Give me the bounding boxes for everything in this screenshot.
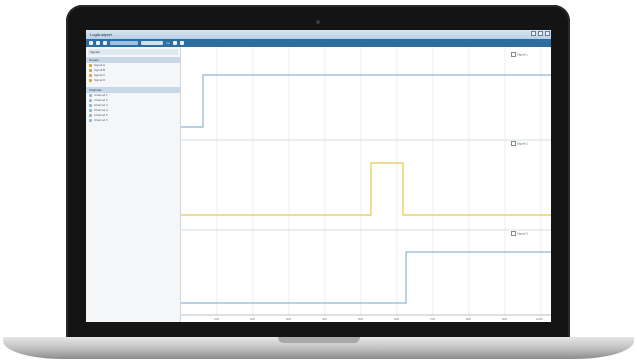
sidebar-item-label: Signal B — [94, 68, 106, 72]
signal-icon — [89, 64, 92, 67]
channel-icon — [89, 119, 92, 122]
sidebar-item-label: Channel 2 — [94, 98, 108, 102]
x-tick-label: 600 — [394, 317, 400, 321]
x-tick-label: 900 — [502, 317, 508, 321]
series-label[interactable]: Signal 3 — [511, 231, 528, 236]
sidebar-item-label: Channel 5 — [94, 113, 108, 117]
refresh-icon[interactable] — [103, 41, 107, 45]
x-tick-label: 500 — [358, 317, 364, 321]
open-icon[interactable] — [89, 41, 93, 45]
channel-icon — [89, 114, 92, 117]
x-tick-label: 800 — [466, 317, 472, 321]
zoom-out-icon[interactable] — [180, 41, 184, 45]
window-title: LogAnalyser — [90, 32, 113, 37]
search-input[interactable]: search — [110, 41, 138, 55]
sidebar-item[interactable]: Signal D — [86, 78, 180, 83]
title-bar: LogAnalyser — [86, 30, 551, 39]
channel-icon — [89, 109, 92, 112]
sidebar-item-label: Channel 4 — [94, 108, 108, 112]
series-marker-icon — [511, 141, 516, 146]
sidebar-header: Signals — [88, 49, 178, 55]
maximize-icon[interactable] — [538, 31, 543, 36]
series-marker-icon — [511, 52, 516, 57]
x-tick-label: 200 — [250, 317, 256, 321]
close-icon[interactable] — [545, 31, 550, 36]
sidebar-item-label: Signal D — [94, 78, 106, 82]
x-tick-label: 1000 — [536, 317, 543, 321]
sidebar: Signals Groups Signal A Signal B Signal … — [86, 47, 181, 322]
sidebar-item-label: Signal A — [94, 63, 106, 67]
channel-icon — [89, 104, 92, 107]
channel-icon — [89, 99, 92, 102]
unit-label: ms — [166, 41, 170, 45]
minimize-icon[interactable] — [531, 31, 536, 36]
sidebar-item-label: Channel 3 — [94, 103, 108, 107]
zoom-field[interactable]: zoom — [141, 41, 163, 55]
x-tick-label: 700 — [430, 317, 436, 321]
signal-3-trace — [181, 251, 551, 304]
series-label[interactable]: Signal 1 — [511, 52, 528, 57]
signal-icon — [89, 74, 92, 77]
sidebar-item-label: Channel 1 — [94, 93, 108, 97]
zoom-in-icon[interactable] — [173, 41, 177, 45]
signal-plot[interactable]: Signal 1 Signal 2 Signal 3 100 200 300 4… — [181, 47, 551, 322]
app-window: LogAnalyser search zoom ms Signals Group… — [86, 30, 551, 322]
save-icon[interactable] — [96, 41, 100, 45]
signal-2-trace — [181, 162, 551, 216]
camera-icon — [316, 20, 320, 24]
sidebar-item-label: Channel 6 — [94, 118, 108, 122]
channel-icon — [89, 94, 92, 97]
laptop-notch — [278, 337, 360, 343]
series-marker-icon — [511, 231, 516, 236]
x-tick-label: 300 — [286, 317, 292, 321]
sidebar-item[interactable]: Channel 6 — [86, 118, 180, 123]
signal-icon — [89, 69, 92, 72]
sidebar-item-label: Signal C — [94, 73, 106, 77]
series-label[interactable]: Signal 2 — [511, 141, 528, 146]
toolbar: search zoom ms — [86, 39, 551, 55]
x-tick-label: 100 — [214, 317, 220, 321]
signal-1-trace — [181, 74, 551, 128]
x-tick-label: 400 — [322, 317, 328, 321]
plot-canvas — [181, 47, 551, 317]
signal-icon — [89, 79, 92, 82]
